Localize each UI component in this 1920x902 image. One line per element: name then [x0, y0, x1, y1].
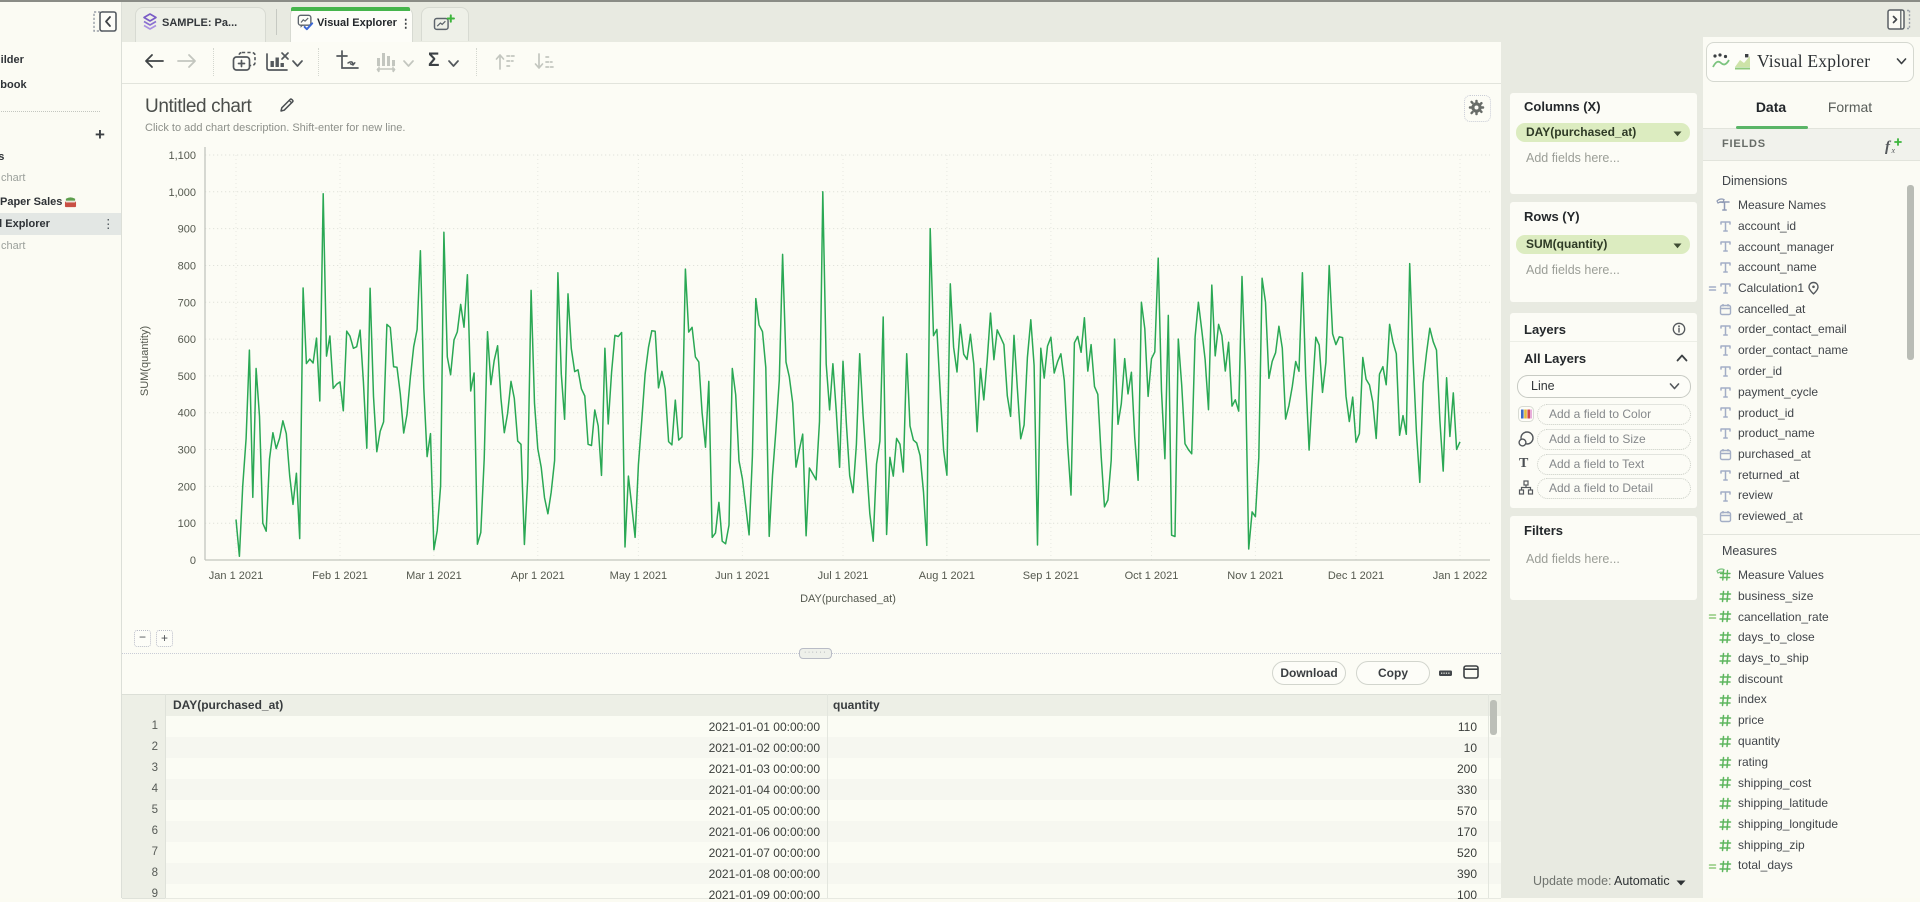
- svg-text:100: 100: [178, 518, 196, 530]
- svg-text:Feb 1 2021: Feb 1 2021: [312, 570, 368, 582]
- svg-text:500: 500: [178, 371, 196, 383]
- svg-text:Jul 1 2021: Jul 1 2021: [818, 570, 869, 582]
- svg-text:DAY(purchased_at): DAY(purchased_at): [800, 593, 896, 605]
- svg-text:May 1 2021: May 1 2021: [610, 570, 667, 582]
- svg-text:1,100: 1,100: [168, 150, 196, 162]
- svg-text:Jan 1 2021: Jan 1 2021: [209, 570, 263, 582]
- svg-text:Mar 1 2021: Mar 1 2021: [406, 570, 462, 582]
- svg-text:0: 0: [190, 555, 196, 567]
- svg-text:Apr 1 2021: Apr 1 2021: [511, 570, 565, 582]
- svg-text:Aug 1 2021: Aug 1 2021: [919, 570, 975, 582]
- svg-text:Sep 1 2021: Sep 1 2021: [1023, 570, 1079, 582]
- svg-text:600: 600: [178, 334, 196, 346]
- svg-text:Jun 1 2021: Jun 1 2021: [715, 570, 769, 582]
- svg-text:900: 900: [178, 224, 196, 236]
- svg-text:200: 200: [178, 481, 196, 493]
- svg-text:300: 300: [178, 445, 196, 457]
- svg-text:SUM(quantity): SUM(quantity): [139, 326, 151, 396]
- svg-text:Jan 1 2022: Jan 1 2022: [1433, 570, 1487, 582]
- svg-text:700: 700: [178, 297, 196, 309]
- svg-text:800: 800: [178, 261, 196, 273]
- svg-text:Dec 1 2021: Dec 1 2021: [1328, 570, 1384, 582]
- svg-text:Nov 1 2021: Nov 1 2021: [1227, 570, 1283, 582]
- svg-text:Oct 1 2021: Oct 1 2021: [1125, 570, 1179, 582]
- svg-text:400: 400: [178, 408, 196, 420]
- svg-text:1,000: 1,000: [168, 187, 196, 199]
- svg-text:x: x: [1891, 146, 1896, 154]
